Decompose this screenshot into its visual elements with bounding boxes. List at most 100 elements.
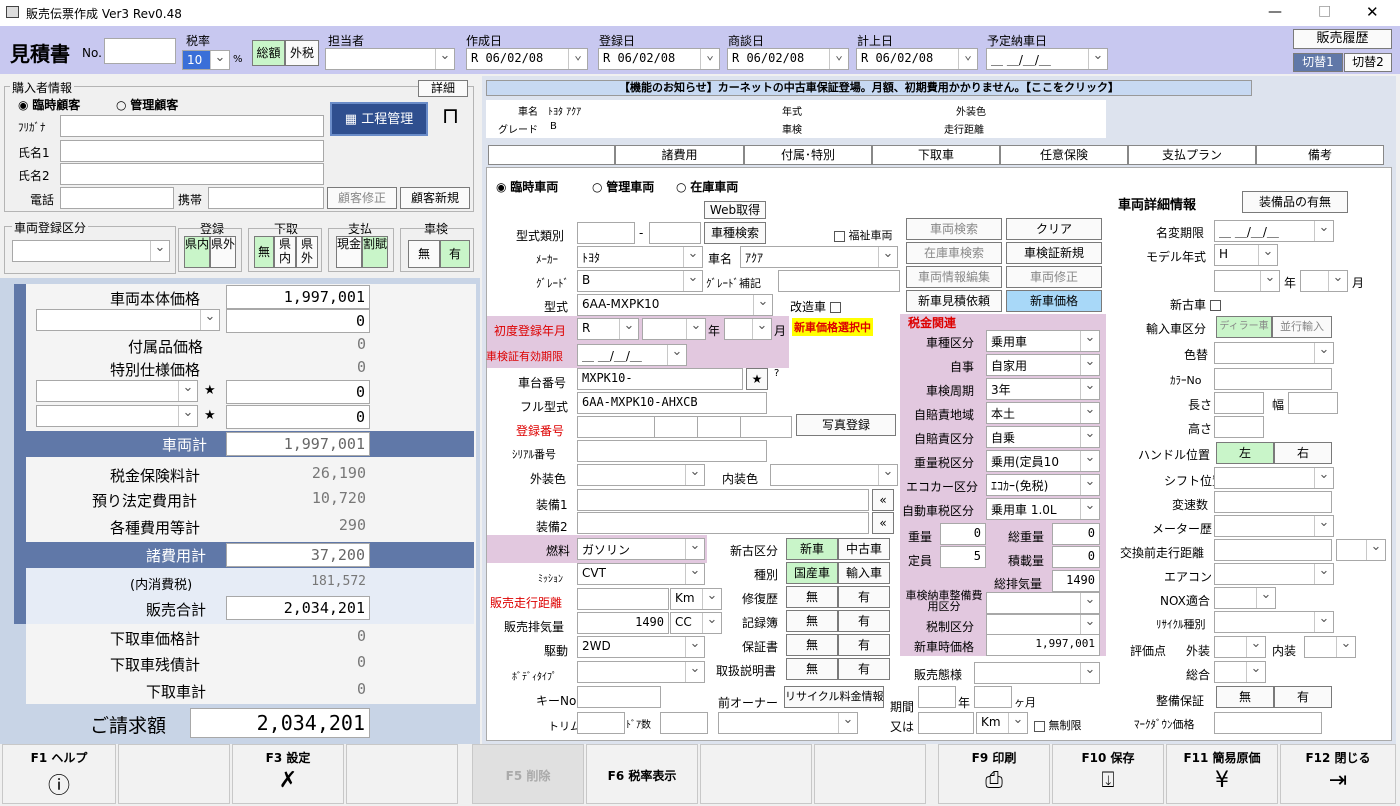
bookmark-icon[interactable]: ⊓ bbox=[442, 104, 459, 129]
grade-sup-input[interactable] bbox=[778, 270, 900, 292]
tax-rate-select[interactable]: 10 bbox=[182, 50, 230, 70]
maximize-button[interactable]: □ bbox=[1318, 3, 1331, 19]
stock-search-button[interactable]: 在庫車検索 bbox=[906, 242, 1002, 264]
trade-out-toggle[interactable]: 県外 bbox=[296, 236, 318, 268]
used-car-toggle[interactable]: 中古車 bbox=[838, 538, 890, 560]
model-year-month[interactable] bbox=[1300, 270, 1348, 292]
equip1-expand-button[interactable]: « bbox=[872, 489, 894, 511]
body-type-select[interactable] bbox=[577, 661, 705, 683]
star-item2-select[interactable] bbox=[36, 405, 198, 427]
record-none-toggle[interactable]: 無 bbox=[786, 610, 838, 632]
booked-date[interactable]: R 06/02/08 bbox=[856, 48, 978, 70]
color-no-input[interactable] bbox=[1214, 368, 1332, 390]
car-model-search-button[interactable]: 車種検索 bbox=[704, 222, 766, 244]
f6-tax-display-button[interactable]: F6 税率表示 bbox=[586, 744, 698, 804]
first-reg-month[interactable] bbox=[724, 318, 772, 340]
photo-register-button[interactable]: 写真登録 bbox=[796, 414, 896, 436]
modified-check[interactable]: 改造車 bbox=[790, 298, 841, 315]
f12-close-button[interactable]: F12 閉じる ⇥ bbox=[1280, 744, 1396, 804]
new-used-check[interactable]: 新古車 bbox=[1170, 296, 1221, 313]
switch2-button[interactable]: 切替2 bbox=[1344, 53, 1392, 72]
tab-vehicle[interactable]: 車両 bbox=[488, 145, 615, 165]
delivery-date[interactable]: ＿ ＿/＿/＿ bbox=[986, 48, 1108, 70]
domestic-toggle[interactable]: 国産車 bbox=[786, 562, 838, 584]
inspect-exp-date[interactable]: ＿ ＿/＿/＿ bbox=[577, 344, 687, 366]
car-search-button[interactable]: 車両検索 bbox=[906, 218, 1002, 240]
switch1-button[interactable]: 切替1 bbox=[1293, 53, 1343, 72]
f2-button[interactable] bbox=[118, 744, 230, 804]
fuel-select[interactable]: ガソリン bbox=[577, 538, 705, 560]
tab-fees[interactable]: 諸費用 bbox=[615, 145, 744, 165]
gross-input[interactable]: 0 bbox=[1052, 523, 1100, 545]
model-year-select[interactable]: H bbox=[1214, 244, 1278, 266]
manual-yes-toggle[interactable]: 有 bbox=[838, 658, 890, 680]
prev-owner-select[interactable] bbox=[718, 712, 858, 734]
int-color-select[interactable] bbox=[770, 464, 898, 486]
model-year-year[interactable] bbox=[1214, 270, 1280, 292]
repair-yes-toggle[interactable]: 有 bbox=[838, 586, 890, 608]
ext-color-select[interactable] bbox=[577, 464, 705, 486]
weight-tax-select[interactable]: 乗用(定員10 bbox=[986, 450, 1100, 472]
buyer-detail-button[interactable]: 詳細 bbox=[418, 80, 468, 97]
f8-button[interactable] bbox=[814, 744, 926, 804]
reg-in-toggle[interactable]: 県内 bbox=[184, 236, 210, 268]
total-disp-input[interactable]: 1490 bbox=[1052, 570, 1100, 592]
tax-liab-select[interactable]: 自乗 bbox=[986, 426, 1100, 448]
length-input[interactable] bbox=[1214, 392, 1264, 414]
color-change-select[interactable] bbox=[1214, 342, 1334, 364]
tab-payment[interactable]: 支払プラン bbox=[1128, 145, 1256, 165]
period-km-input[interactable] bbox=[918, 712, 974, 734]
repair-none-toggle[interactable]: 無 bbox=[786, 586, 838, 608]
staff-select[interactable] bbox=[325, 48, 455, 70]
tax-ex-toggle[interactable]: 外税 bbox=[285, 40, 319, 66]
run-distance-input[interactable] bbox=[577, 588, 669, 610]
tab-notes[interactable]: 備考 bbox=[1256, 145, 1384, 165]
type-class-input2[interactable] bbox=[649, 222, 701, 244]
first-reg-era[interactable]: R bbox=[577, 318, 639, 340]
equip1-input[interactable] bbox=[577, 489, 869, 511]
serial-input[interactable] bbox=[577, 440, 767, 462]
web-fetch-button[interactable]: Web取得 bbox=[704, 201, 766, 219]
body-price-value[interactable]: 1,997,001 bbox=[226, 285, 370, 309]
trade-none-toggle[interactable]: 無 bbox=[254, 236, 274, 268]
meter-select[interactable] bbox=[1214, 515, 1334, 537]
vehicle-managed-radio[interactable]: ○ 管理車両 bbox=[592, 178, 654, 195]
carname-select[interactable]: ｱｸｱ bbox=[740, 246, 898, 268]
recycle-info-button[interactable]: リサイクル料金情報 bbox=[784, 686, 884, 708]
negotiated-date[interactable]: R 06/02/08 bbox=[727, 48, 849, 70]
reg-no-input2[interactable] bbox=[654, 416, 698, 438]
tab-insurance[interactable]: 任意保険 bbox=[1000, 145, 1128, 165]
tax-area-select[interactable]: 本土 bbox=[986, 402, 1100, 424]
f11-cost-button[interactable]: F11 簡易原価 ¥ bbox=[1166, 744, 1278, 804]
tax-own-select[interactable]: 自家用 bbox=[986, 354, 1100, 376]
tab-accessories[interactable]: 付属･特別 bbox=[744, 145, 872, 165]
prev-mileage-input[interactable] bbox=[1214, 539, 1332, 561]
load-input[interactable]: 0 bbox=[1052, 546, 1100, 568]
chassis-star-button[interactable]: ★ bbox=[746, 368, 768, 390]
equip2-input[interactable] bbox=[577, 512, 869, 534]
nox-select[interactable] bbox=[1214, 587, 1276, 609]
reg-class-select[interactable] bbox=[12, 240, 170, 262]
name2-input[interactable] bbox=[60, 163, 324, 185]
disp-input[interactable]: 1490 bbox=[577, 612, 669, 634]
parallel-import-toggle[interactable]: 並行輸入 bbox=[1272, 316, 1332, 338]
vehicle-stock-radio[interactable]: ○ 在庫車両 bbox=[676, 178, 738, 195]
inspect-none-toggle[interactable]: 無 bbox=[408, 240, 440, 268]
process-button[interactable]: ▦ 工程管理 bbox=[330, 102, 428, 136]
registered-date[interactable]: R 06/02/08 bbox=[598, 48, 720, 70]
prev-mileage-unit[interactable] bbox=[1336, 539, 1386, 561]
grade-select[interactable]: B bbox=[577, 270, 703, 292]
handle-left-toggle[interactable]: 左 bbox=[1216, 442, 1274, 464]
mobile-input[interactable] bbox=[208, 187, 324, 209]
record-yes-toggle[interactable]: 有 bbox=[838, 610, 890, 632]
trade-in-toggle[interactable]: 県内 bbox=[274, 236, 296, 268]
maint-warranty-yes[interactable]: 有 bbox=[1274, 686, 1332, 708]
welfare-check[interactable]: 福祉車両 bbox=[834, 227, 893, 243]
equip2-expand-button[interactable]: « bbox=[872, 512, 894, 534]
notice-banner[interactable]: 【機能のお知らせ】カーネットの中古車保証登場。月額、初期費用かかりません。【ここ… bbox=[486, 80, 1252, 96]
drive-select[interactable]: 2WD bbox=[577, 636, 705, 658]
period-month-input[interactable] bbox=[974, 686, 1012, 708]
recycle-select[interactable] bbox=[1214, 611, 1334, 633]
exterior-select[interactable] bbox=[1214, 636, 1266, 658]
inspect-yes-toggle[interactable]: 有 bbox=[440, 240, 470, 268]
